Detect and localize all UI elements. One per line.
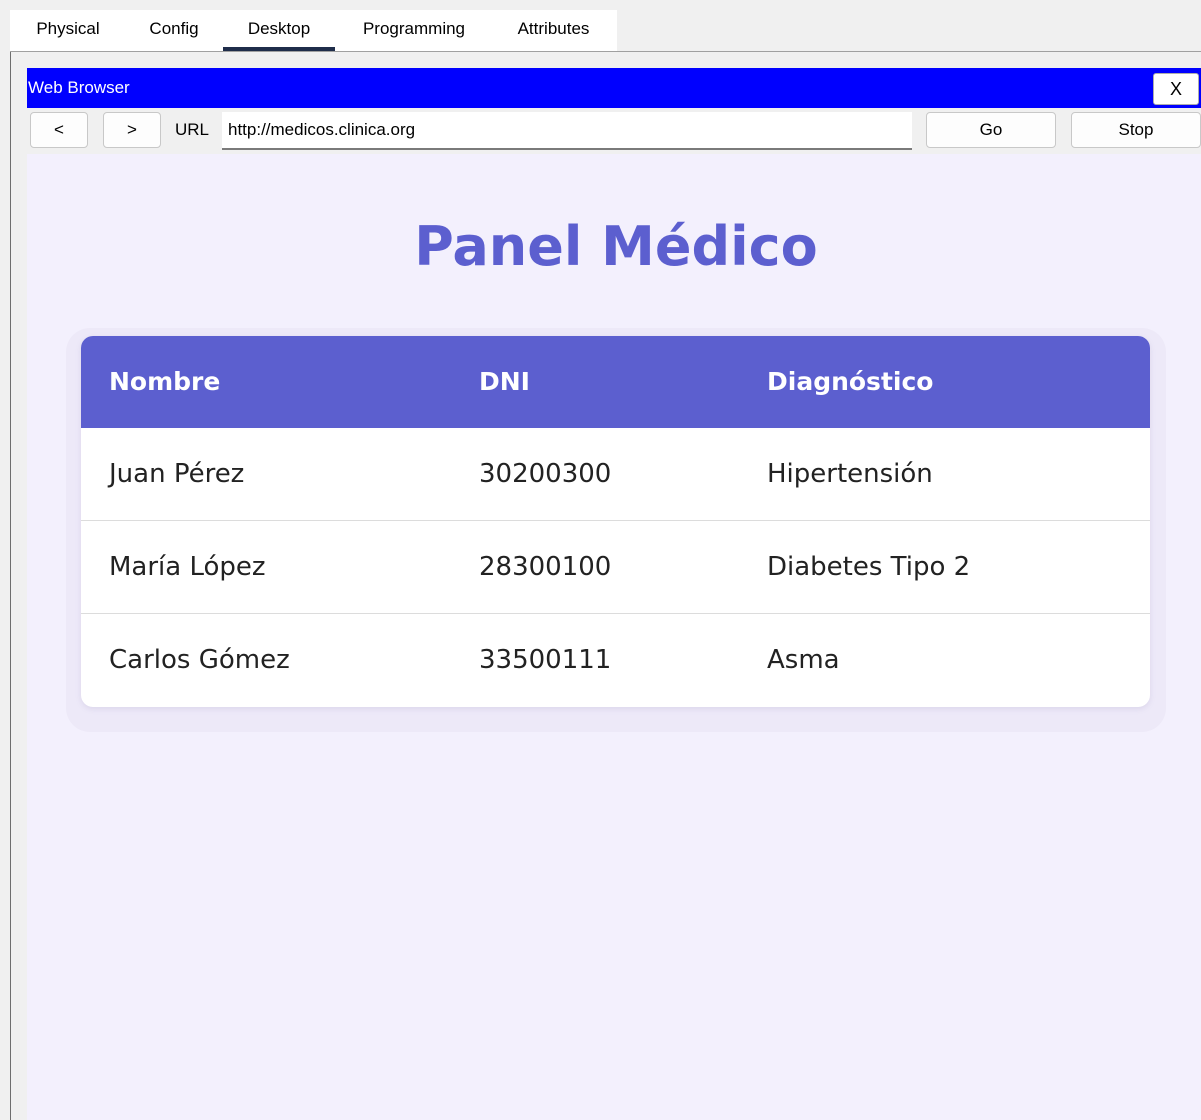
column-header-diagnostico: Diagnóstico (767, 367, 934, 396)
back-button[interactable]: < (30, 112, 88, 148)
tab-programming[interactable]: Programming (354, 10, 474, 48)
cell-dni: 28300100 (479, 552, 612, 582)
browser-viewport: Panel Médico Nombre DNI Diagnóstico Juan… (27, 154, 1201, 1120)
page-title: Panel Médico (414, 215, 818, 278)
go-button[interactable]: Go (926, 112, 1056, 148)
browser-title-bar: Web Browser (27, 68, 1201, 108)
close-button[interactable]: X (1153, 73, 1199, 105)
patients-table: Nombre DNI Diagnóstico Juan Pérez 302003… (81, 336, 1150, 707)
stop-button[interactable]: Stop (1071, 112, 1201, 148)
cell-nombre: María López (109, 552, 266, 582)
table-row: Carlos Gómez 33500111 Asma (81, 614, 1150, 707)
column-header-dni: DNI (479, 367, 530, 396)
browser-title: Web Browser (28, 78, 130, 97)
tab-desktop[interactable]: Desktop (223, 10, 335, 51)
cell-dni: 30200300 (479, 459, 612, 489)
cell-nombre: Carlos Gómez (109, 645, 290, 675)
url-input[interactable] (222, 112, 912, 150)
table-header-row: Nombre DNI Diagnóstico (81, 336, 1150, 428)
tab-config[interactable]: Config (138, 10, 210, 48)
tab-bar: Physical Config Desktop Programming Attr… (10, 10, 1201, 52)
forward-button[interactable]: > (103, 112, 161, 148)
cell-diagnostico: Diabetes Tipo 2 (767, 552, 971, 582)
tab-physical[interactable]: Physical (24, 10, 112, 48)
table-row: Juan Pérez 30200300 Hipertensión (81, 428, 1150, 521)
table-row: María López 28300100 Diabetes Tipo 2 (81, 521, 1150, 614)
cell-diagnostico: Hipertensión (767, 459, 933, 489)
cell-diagnostico: Asma (767, 645, 840, 675)
column-header-nombre: Nombre (109, 367, 221, 396)
cell-dni: 33500111 (479, 645, 612, 675)
tab-attributes[interactable]: Attributes (506, 10, 601, 48)
url-label: URL (175, 120, 210, 139)
cell-nombre: Juan Pérez (109, 459, 245, 489)
